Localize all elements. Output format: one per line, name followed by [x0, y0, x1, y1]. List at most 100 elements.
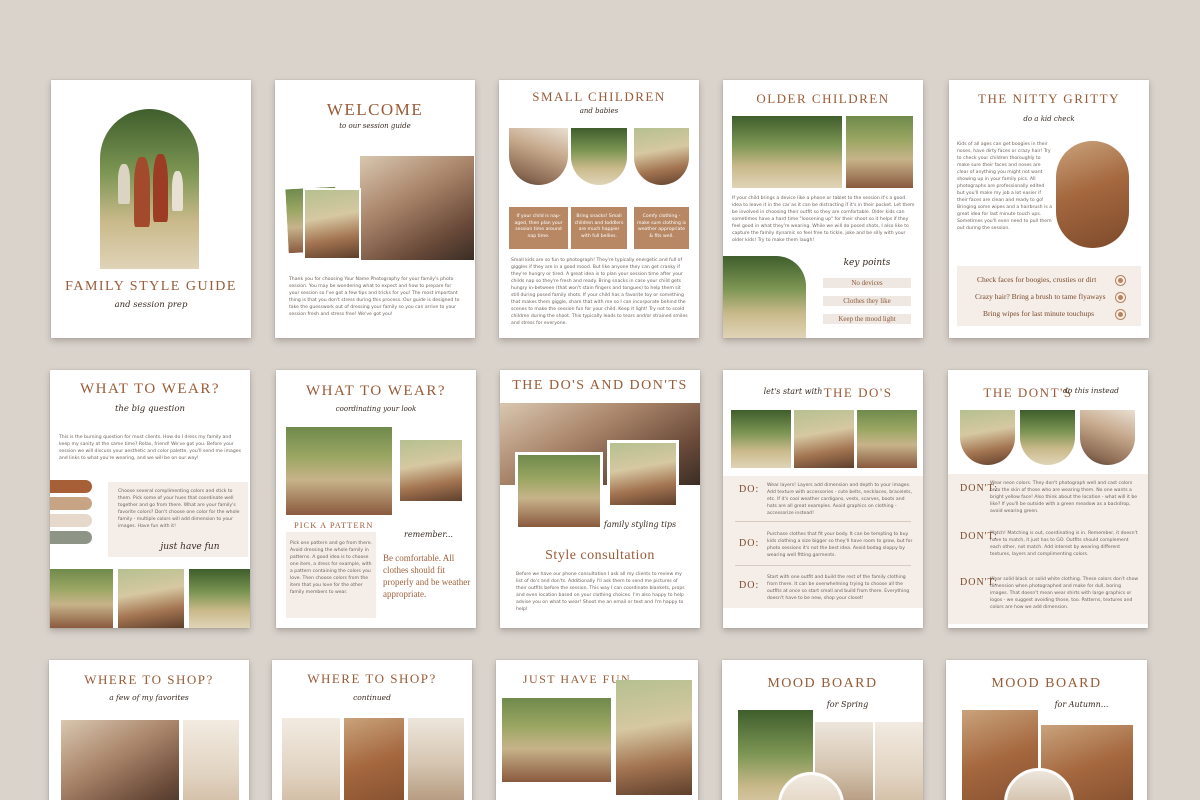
page-subtitle: coordinating your look: [335, 405, 417, 413]
check-dot-1: [1116, 276, 1125, 285]
photo-blouse: [875, 722, 923, 800]
photo-family-dog: [360, 156, 474, 260]
page-cover[interactable]: FAMILY STYLE GUIDE and session prep: [51, 80, 251, 338]
page-subtitle: and session prep: [114, 300, 188, 310]
dos-donts-body: Before we have our phone consultation I …: [516, 572, 685, 612]
remember-text: Be comfortable. All clothes should fit p…: [383, 553, 471, 599]
key-point-2: Clothes they like: [823, 296, 911, 306]
check-item-2: Crazy hair? Bring a brush to tame flyawa…: [975, 292, 1106, 301]
remember-label: remember...: [404, 530, 453, 539]
palette-text: Choose several complimenting colors and …: [118, 489, 240, 529]
tip-text-1: If your child is nap-aged, then plan you…: [514, 214, 563, 239]
photo-baby-3: [634, 128, 689, 185]
page-nitty-gritty[interactable]: THE NITTY GRITTY do a kid check Kids of …: [949, 80, 1149, 338]
dont-text-3: Wear solid black or solid white clothing…: [990, 577, 1139, 610]
page-title: WHERE TO SHOP?: [84, 672, 214, 687]
do-text-3: Start with one outfit and build the rest…: [767, 575, 910, 601]
tip-text-3: Comfy clothing - make sure clothing is w…: [637, 214, 687, 239]
nitty-gritty-body: Kids of all ages can get boogies in thei…: [957, 142, 1052, 231]
consultation-heading: Style consultation: [545, 548, 655, 563]
do-label-1: DO:: [739, 484, 760, 495]
page-subtitle: for Spring: [826, 700, 869, 709]
page-title: SMALL CHILDREN: [532, 89, 666, 104]
page-the-dos[interactable]: let's start with THE DO'S DO: Wear layer…: [723, 370, 923, 628]
photo-older-kids-path: [732, 116, 842, 188]
page-just-have-fun[interactable]: JUST HAVE FUN: [496, 660, 698, 800]
cover-arch-photo: [100, 109, 199, 269]
check-item-1: Check faces for boogies, crusties or dir…: [977, 275, 1097, 284]
page-title: WELCOME: [326, 100, 424, 119]
page-title: THE NITTY GRITTY: [978, 91, 1120, 106]
page-what-to-wear[interactable]: WHAT TO WEAR? the big question This is t…: [50, 370, 250, 628]
page-small-children[interactable]: SMALL CHILDREN and babies If your child …: [499, 80, 699, 338]
photo-family-play: [500, 696, 613, 784]
page-subtitle: continued: [353, 693, 391, 702]
tip-text-2: Bring snacks! Small children and toddler…: [574, 214, 624, 239]
color-swatches: [50, 480, 92, 550]
page-where-to-shop-2[interactable]: WHERE TO SHOP? continued: [272, 660, 472, 800]
color-swatch: [50, 531, 92, 544]
donts-script: do this instead: [1063, 386, 1119, 395]
photo-family-2: [189, 569, 250, 628]
check-dot-2: [1116, 293, 1125, 302]
page-subtitle: for Autumn...: [1054, 700, 1109, 709]
page-where-to-shop[interactable]: WHERE TO SHOP? a few of my favorites: [49, 660, 249, 800]
key-point-3: Keep the mood light: [823, 314, 911, 324]
photo-older-kids-arch: [723, 256, 806, 338]
page-subtitle: the big question: [115, 404, 185, 414]
page-subtitle: do a kid check: [1023, 115, 1075, 123]
dont-text-2: Match! Matching is out, coordinating is …: [990, 531, 1138, 557]
dont-text-1: Wear neon colors. They don't photograph …: [990, 481, 1138, 514]
photo-family-tall: [616, 680, 692, 795]
page-welcome[interactable]: WELCOME to our session guide Thank you f…: [275, 80, 475, 338]
pattern-text: Pick one pattern and go from there. Avoi…: [290, 541, 372, 595]
check-item-3: Bring wipes for last minute touchups: [983, 309, 1095, 318]
photo-dress-stand: [183, 720, 239, 800]
page-the-donts[interactable]: THE DONT'S do this instead DON'T: Wear n…: [948, 370, 1148, 628]
photo-rack-plant: [282, 718, 340, 800]
photo-hangers: [408, 718, 464, 800]
page-older-children[interactable]: OLDER CHILDREN If your child brings a de…: [723, 80, 923, 338]
page-mood-spring[interactable]: MOOD BOARD for Spring: [722, 660, 923, 800]
photo-boy: [118, 569, 184, 628]
photo-boy-field: [731, 410, 791, 468]
page-title: WHAT TO WEAR?: [305, 383, 447, 399]
photo-family-1: [50, 569, 113, 628]
page-title: OLDER CHILDREN: [756, 91, 890, 106]
dont-label-1: DON'T:: [960, 483, 998, 494]
page-what-to-wear-2[interactable]: WHAT TO WEAR? coordinating your look PIC…: [276, 370, 476, 628]
photo-sweaters: [344, 718, 404, 800]
do-text-1: Wear layers! Layers add dimension and de…: [767, 483, 912, 516]
photo-boy-2: [1080, 410, 1135, 465]
page-subtitle: to our session guide: [339, 122, 411, 130]
photo-family-6: [1020, 410, 1075, 465]
photo-kid-oval: [1056, 141, 1129, 248]
page-subtitle: a few of my favorites: [109, 693, 189, 702]
pattern-label: PICK A PATTERN: [294, 520, 374, 530]
key-points-label: key points: [843, 258, 891, 268]
color-swatch: [50, 480, 92, 493]
palette-script: just have fun: [160, 542, 220, 552]
divider: [735, 521, 911, 522]
welcome-body: Thank you for choosing Your Name Photogr…: [289, 277, 460, 317]
photo-older-kids-portrait: [846, 116, 913, 188]
older-children-body: If your child brings a device like a pho…: [732, 196, 915, 243]
photo-family-4: [857, 410, 917, 468]
divider: [735, 565, 911, 566]
photo-family-sit: [607, 440, 679, 508]
page-dos-donts[interactable]: THE DO'S AND DON'TS family styling tips …: [500, 370, 700, 628]
photo-family-5: [960, 410, 1015, 465]
page-mood-autumn[interactable]: MOOD BOARD for Autumn...: [946, 660, 1147, 800]
do-label-2: DO:: [739, 538, 760, 549]
photo-family-3: [794, 410, 854, 468]
small-children-body: Small kids are so fun to photograph! The…: [511, 258, 688, 326]
photo-baby-1: [509, 128, 568, 185]
do-text-2: Purchase clothes that fit your body. It …: [767, 532, 913, 558]
photo-clothing-rack: [61, 720, 179, 800]
photo-family-field: [303, 188, 361, 260]
do-label-3: DO:: [739, 580, 760, 591]
page-title: THE DO'S: [823, 385, 893, 400]
page-title: MOOD BOARD: [991, 676, 1102, 691]
check-dot-3: [1116, 310, 1125, 319]
photo-couple-kid: [515, 452, 603, 530]
